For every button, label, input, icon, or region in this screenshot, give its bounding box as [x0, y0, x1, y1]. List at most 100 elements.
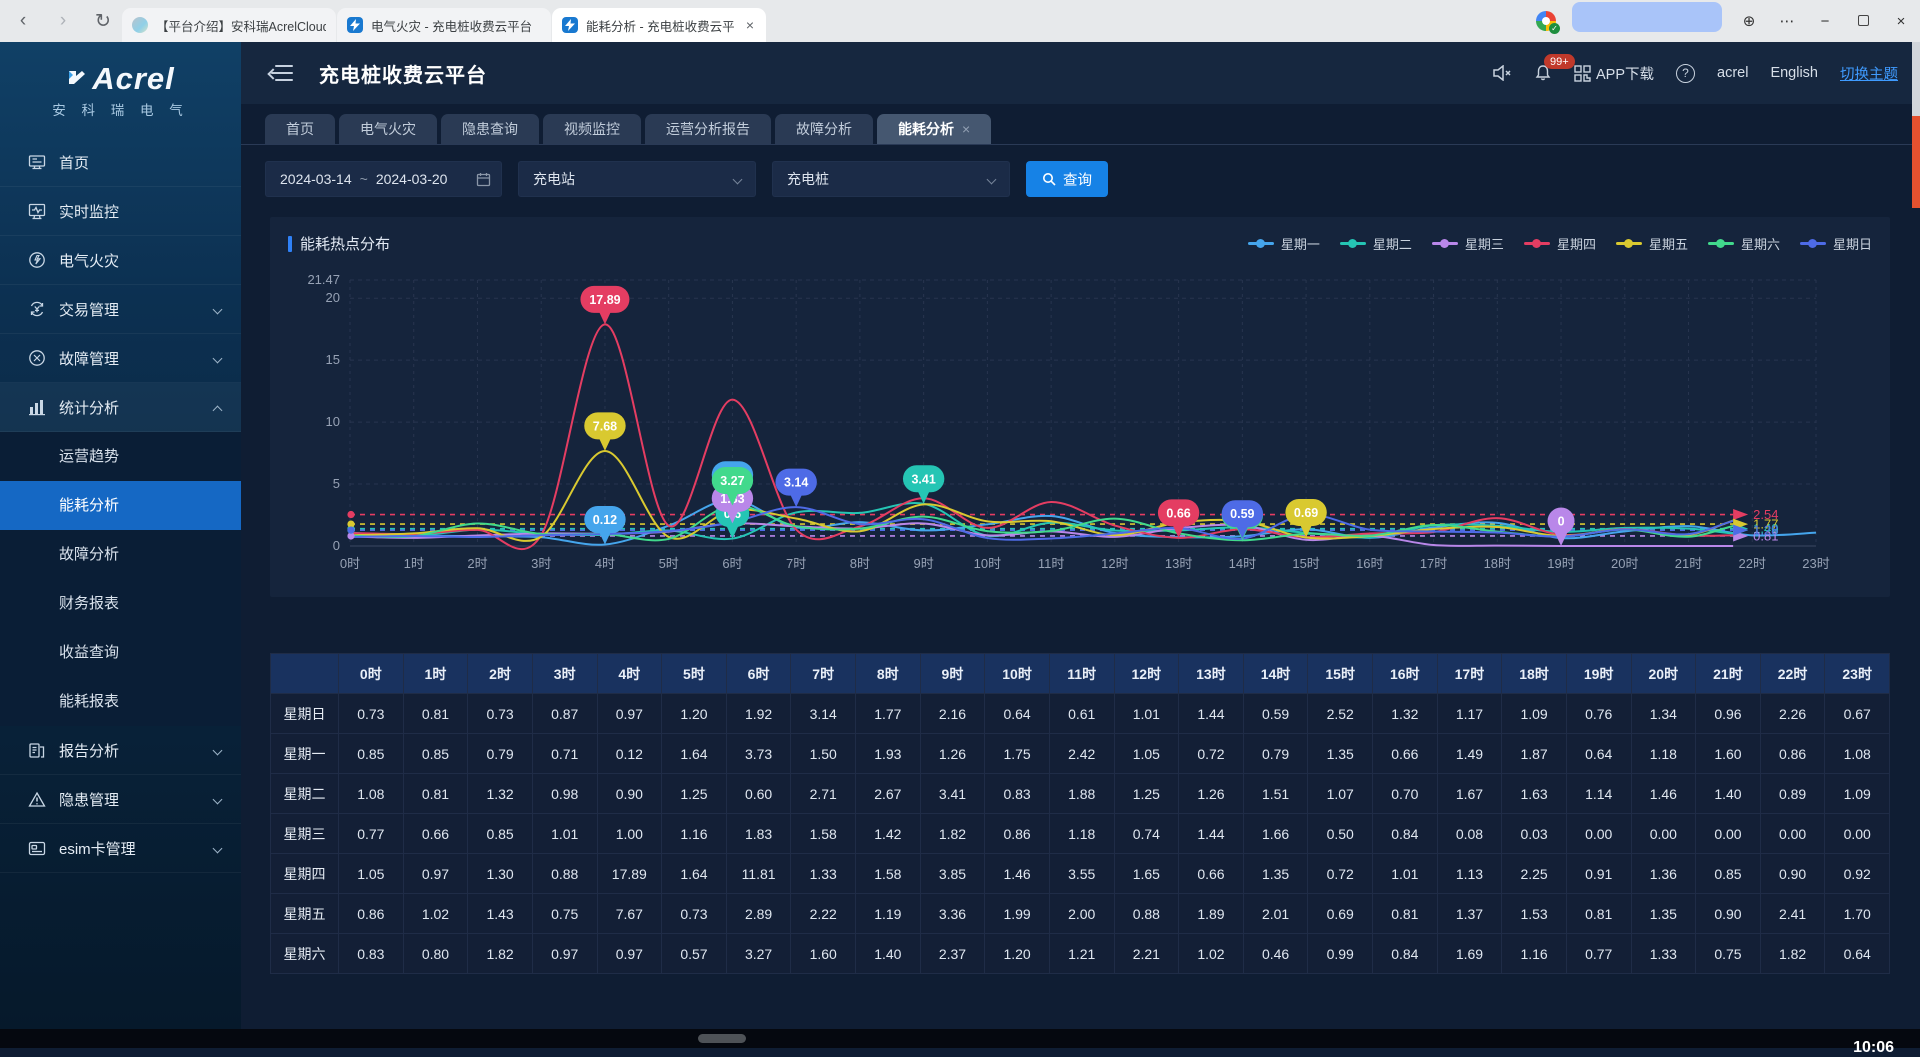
browser-tab[interactable]: 能耗分析 - 充电桩收费云平台×: [552, 8, 766, 42]
sidebar-subitem-故障分析[interactable]: 故障分析: [0, 530, 241, 579]
legend-marker-icon: [1248, 242, 1274, 245]
browser-reload-icon[interactable]: ↻: [90, 10, 116, 33]
page-scrollbar-track[interactable]: [1912, 42, 1920, 116]
sidebar-item-统计分析[interactable]: 统计分析: [0, 383, 241, 432]
row-label: 星期二: [271, 774, 339, 814]
table-cell: 11.81: [726, 854, 791, 894]
help-icon[interactable]: ?: [1676, 64, 1695, 83]
table-cell: 0.73: [468, 694, 533, 734]
table-header-cell: 13时: [1179, 654, 1244, 694]
svg-text:0.69: 0.69: [1294, 506, 1318, 520]
sidebar-subitem-收益查询[interactable]: 收益查询: [0, 628, 241, 677]
tab-close-icon[interactable]: ×: [744, 17, 756, 33]
notification-bell-icon[interactable]: 99+: [1534, 64, 1552, 82]
browser-tab[interactable]: 电气火灾 - 充电桩收费云平台: [337, 8, 551, 42]
table-cell: 0.64: [985, 694, 1050, 734]
browser-extension-icon[interactable]: ✓: [1536, 11, 1556, 31]
table-cell: 2.21: [1114, 934, 1179, 974]
window-close-icon[interactable]: ×: [1890, 13, 1912, 30]
legend-item-星期二[interactable]: 星期二: [1340, 234, 1412, 253]
chart-pin: 0.59: [1222, 500, 1263, 539]
station-select[interactable]: 充电站: [518, 161, 756, 197]
date-start[interactable]: 2024-03-14: [280, 171, 352, 187]
svg-text:21时: 21时: [1675, 556, 1702, 571]
page-tab-能耗分析[interactable]: 能耗分析×: [877, 114, 991, 144]
legend-item-星期一[interactable]: 星期一: [1248, 234, 1320, 253]
sidebar-item-esim卡管理[interactable]: esim卡管理: [0, 824, 241, 873]
horizontal-scrollbar-thumb[interactable]: [698, 1034, 746, 1043]
legend-item-星期六[interactable]: 星期六: [1708, 234, 1780, 253]
sidebar-item-故障管理[interactable]: 故障管理: [0, 334, 241, 383]
window-restore-icon[interactable]: [1852, 13, 1874, 30]
sidebar-collapse-icon[interactable]: [271, 65, 293, 81]
pile-select[interactable]: 充电桩: [772, 161, 1010, 197]
browser-chrome: ‹ › ↻ 【平台介绍】安科瑞AcrelCloud-9电气火灾 - 充电桩收费云…: [0, 0, 1920, 42]
legend-item-星期日[interactable]: 星期日: [1800, 234, 1872, 253]
sidebar-item-实时监控[interactable]: 实时监控: [0, 187, 241, 236]
browser-back-icon[interactable]: ‹: [10, 10, 36, 32]
sidebar-item-隐患管理[interactable]: 隐患管理: [0, 775, 241, 824]
sidebar-item-label: 故障管理: [59, 348, 200, 369]
mute-icon[interactable]: [1492, 65, 1512, 81]
page-tab-首页[interactable]: 首页: [265, 114, 335, 144]
sidebar-item-电气火灾[interactable]: 电气火灾: [0, 236, 241, 285]
date-end[interactable]: 2024-03-20: [376, 171, 448, 187]
legend-item-星期三[interactable]: 星期三: [1432, 234, 1504, 253]
date-range-picker[interactable]: 2024-03-14 ~ 2024-03-20: [265, 161, 502, 197]
legend-item-星期四[interactable]: 星期四: [1524, 234, 1596, 253]
app-download-button[interactable]: APP下载: [1574, 63, 1654, 84]
legend-item-星期五[interactable]: 星期五: [1616, 234, 1688, 253]
chevron-down-icon: [213, 304, 223, 314]
svg-text:0时: 0时: [340, 556, 360, 571]
svg-text:17.89: 17.89: [589, 293, 620, 307]
qr-code-icon: [1574, 65, 1591, 82]
svg-text:15: 15: [326, 352, 340, 367]
window-minimize-icon[interactable]: −: [1814, 13, 1836, 30]
sidebar-subitem-财务报表[interactable]: 财务报表: [0, 579, 241, 628]
app-title: 充电桩收费云平台: [319, 59, 487, 88]
browser-menu-icon[interactable]: ⋯: [1776, 12, 1798, 30]
sidebar-item-交易管理[interactable]: 交易管理: [0, 285, 241, 334]
username[interactable]: acrel: [1717, 65, 1748, 81]
sidebar-subitem-能耗分析[interactable]: 能耗分析: [0, 481, 241, 530]
chart-pin: 7.68: [584, 412, 625, 451]
table-cell: 0.03: [1502, 814, 1567, 854]
table-row: 星期日0.730.810.730.870.971.201.923.141.772…: [271, 694, 1890, 734]
browser-forward-icon[interactable]: ›: [50, 10, 76, 32]
sidebar-subitem-能耗报表[interactable]: 能耗报表: [0, 677, 241, 726]
chevron-down-icon: [213, 353, 223, 363]
table-cell: 0.97: [532, 934, 597, 974]
page-scrollbar-thumb[interactable]: [1912, 116, 1920, 208]
browser-tab[interactable]: 【平台介绍】安科瑞AcrelCloud-9: [122, 8, 336, 42]
sidebar-subitem-运营趋势[interactable]: 运营趋势: [0, 432, 241, 481]
page-tab-电气火灾[interactable]: 电气火灾: [339, 114, 437, 144]
table-cell: 0.81: [403, 774, 468, 814]
page-tab-隐患查询[interactable]: 隐患查询: [441, 114, 539, 144]
globe-icon[interactable]: ⊕: [1738, 12, 1760, 30]
page-tab-运营分析报告[interactable]: 运营分析报告: [645, 114, 771, 144]
sidebar-item-首页[interactable]: 首页: [0, 138, 241, 187]
theme-toggle-link[interactable]: 切换主题: [1840, 63, 1898, 84]
table-cell: 1.65: [1114, 854, 1179, 894]
page-tab-close-icon[interactable]: ×: [962, 121, 970, 137]
table-cell: 1.30: [468, 854, 533, 894]
browser-profile-chip[interactable]: [1572, 2, 1722, 32]
language-switch[interactable]: English: [1770, 65, 1818, 81]
legend-marker-icon: [1432, 242, 1458, 245]
page-tab-视频监控[interactable]: 视频监控: [543, 114, 641, 144]
energy-chart[interactable]: 0510152021.470时1时2时3时4时5时6时7时8时9时10时11时1…: [288, 266, 1872, 583]
table-cell: 1.25: [1114, 774, 1179, 814]
query-button[interactable]: 查询: [1026, 161, 1108, 197]
page-tab-故障分析[interactable]: 故障分析: [775, 114, 873, 144]
chevron-down-icon: [213, 745, 223, 755]
notification-badge: 99+: [1544, 54, 1575, 69]
svg-text:3.14: 3.14: [784, 476, 808, 490]
sidebar-item-报告分析[interactable]: 报告分析: [0, 726, 241, 775]
table-cell: 1.40: [1696, 774, 1761, 814]
table-header-cell: 4时: [597, 654, 662, 694]
table-cell: 0.69: [1308, 894, 1373, 934]
table-cell: 0.90: [1696, 894, 1761, 934]
table-cell: 2.16: [920, 694, 985, 734]
table-cell: 2.67: [856, 774, 921, 814]
legend-label: 星期五: [1649, 234, 1688, 253]
